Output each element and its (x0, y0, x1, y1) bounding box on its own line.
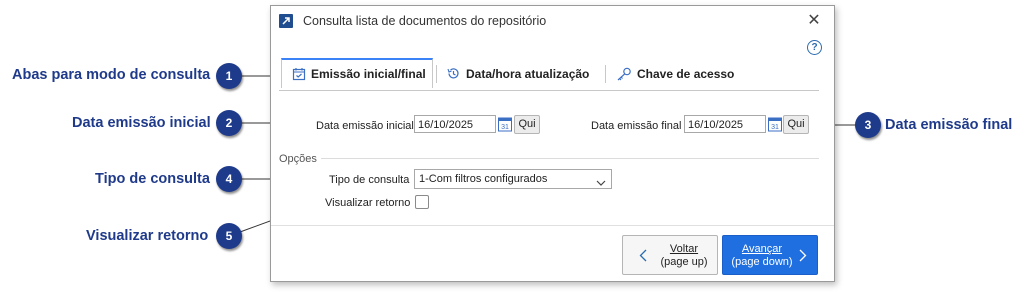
tab-access-key[interactable]: Chave de acesso (616, 58, 734, 89)
calendar-check-icon (292, 67, 306, 81)
calendar-day: 31 (771, 124, 779, 131)
chevron-left-icon (639, 249, 647, 265)
callout-badge-1: 1 (216, 63, 242, 89)
callout-label-5: Visualizar retorno (86, 228, 209, 244)
app-icon (279, 14, 293, 28)
callout-badge-3: 3 (855, 112, 881, 138)
next-button-shortcut: (page down) (731, 256, 793, 268)
calendar-day: 31 (501, 124, 509, 131)
chevron-right-icon (799, 249, 807, 265)
end-date-field[interactable]: 16/10/2025 (684, 115, 766, 133)
callout-label-2: Data emissão inicial (72, 115, 211, 131)
start-weekday-button[interactable]: Qui (514, 115, 540, 134)
callout-label-1: Abas para modo de consulta (12, 67, 211, 83)
tab-update-datetime[interactable]: Data/hora atualização (446, 58, 589, 89)
callout-label-3: Data emissão final (885, 117, 1013, 133)
callout-badge-2: 2 (216, 110, 242, 136)
end-date-label: Data emissão final (591, 120, 682, 132)
tab-label: Data/hora atualização (466, 66, 590, 81)
show-return-label: Visualizar retorno (325, 197, 411, 209)
help-icon[interactable]: ? (807, 40, 822, 55)
start-date-field[interactable]: 16/10/2025 (414, 115, 496, 133)
next-button-label: Avançar (741, 243, 783, 255)
query-type-value: 1-Com filtros configurados (419, 173, 548, 185)
tab-emission-start-end[interactable]: Emissão inicial/final (281, 58, 433, 88)
show-return-checkbox[interactable] (415, 195, 429, 209)
back-button[interactable]: Voltar (page up) (622, 235, 718, 275)
options-divider (321, 158, 819, 159)
options-section-label: Opções (279, 153, 317, 165)
query-type-label: Tipo de consulta (329, 174, 410, 186)
chevron-down-icon (596, 175, 606, 193)
end-weekday-button[interactable]: Qui (783, 115, 809, 134)
window-title: Consulta lista de documentos do repositó… (303, 14, 547, 28)
tab-label: Chave de acesso (637, 66, 735, 81)
title-bar: Consulta lista de documentos do repositó… (271, 6, 834, 36)
query-type-select[interactable]: 1-Com filtros configurados (414, 169, 612, 189)
footer-divider (271, 225, 834, 226)
back-button-label: Voltar (669, 243, 699, 255)
query-dialog: Consulta lista de documentos do repositó… (270, 5, 835, 282)
callout-label-4: Tipo de consulta (95, 171, 210, 187)
callout-badge-5: 5 (216, 223, 242, 249)
back-button-shortcut: (page up) (660, 256, 708, 268)
calendar-icon[interactable]: 31 (768, 116, 782, 132)
tab-divider (436, 65, 437, 83)
calendar-icon[interactable]: 31 (498, 116, 512, 132)
key-icon (616, 67, 632, 81)
tab-divider (605, 65, 606, 83)
next-button[interactable]: Avançar (page down) (722, 235, 818, 275)
close-icon[interactable]: ✕ (806, 13, 822, 29)
tab-label: Emissão inicial/final (311, 67, 426, 81)
start-date-label: Data emissão inicial (316, 120, 414, 132)
callout-badge-4: 4 (216, 166, 242, 192)
history-icon (446, 66, 461, 81)
query-mode-tabs: Emissão inicial/final Data/hora atualiza… (279, 58, 819, 91)
